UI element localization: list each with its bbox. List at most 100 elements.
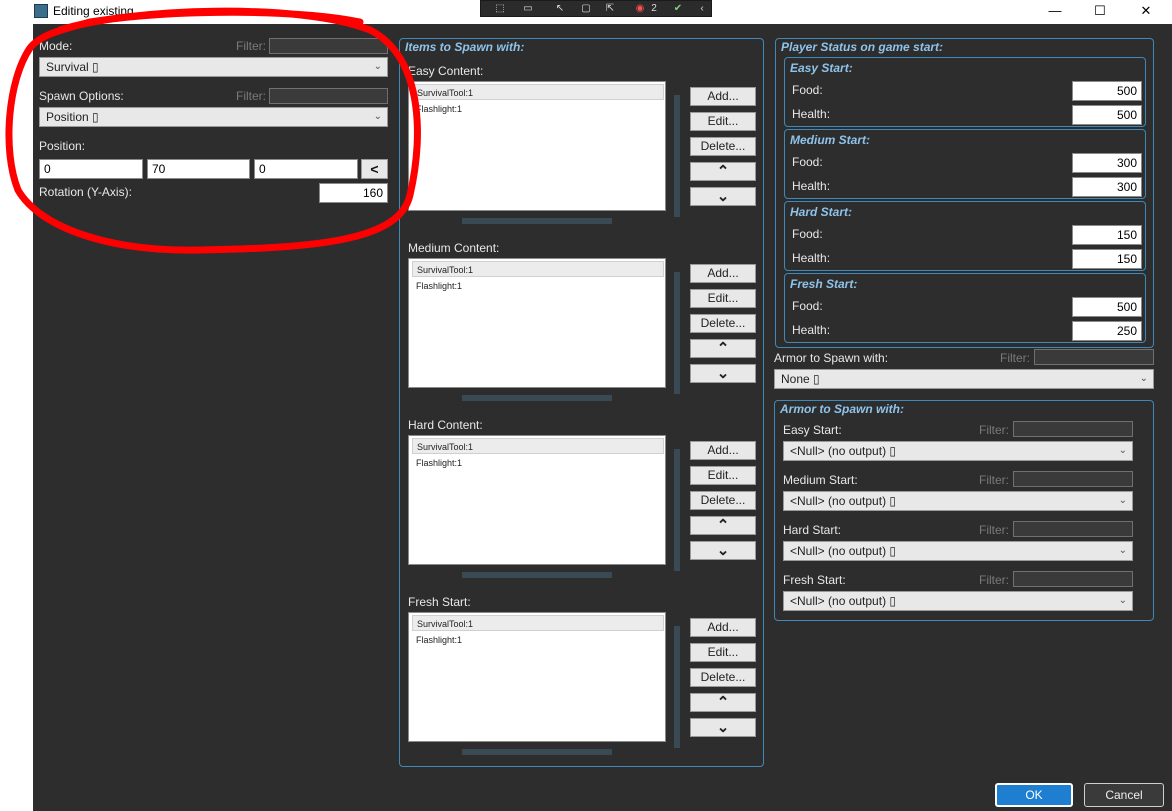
spawn-filter-input[interactable] (269, 88, 388, 104)
rotation-label: Rotation (Y-Axis): (39, 185, 132, 199)
rotation-input[interactable]: 160 (319, 183, 388, 203)
chevron-up-icon: ⌃ (716, 517, 730, 534)
delete-button[interactable]: Delete... (690, 314, 756, 333)
position-label: Position: (39, 139, 86, 153)
edit-button[interactable]: Edit... (690, 289, 756, 308)
food-label: Food: (792, 155, 823, 169)
check-icon[interactable]: ✔ (671, 3, 685, 14)
move-down-button[interactable]: ⌄ (690, 187, 756, 206)
scrollbar[interactable] (462, 572, 612, 578)
scrollbar[interactable] (462, 218, 612, 224)
health-input[interactable]: 150 (1072, 249, 1142, 269)
delete-button[interactable]: Delete... (690, 491, 756, 510)
position-y-input[interactable]: 70 (147, 159, 250, 179)
pointer-icon[interactable]: ↖ (553, 3, 567, 14)
food-label: Food: (792, 83, 823, 97)
list-item[interactable]: Flashlight:1 (412, 101, 612, 117)
health-input[interactable]: 250 (1072, 321, 1142, 341)
food-input[interactable]: 500 (1072, 81, 1142, 101)
scrollbar[interactable] (674, 449, 680, 571)
delete-button[interactable]: Delete... (690, 668, 756, 687)
move-up-button[interactable]: ⌃ (690, 516, 756, 535)
chevron-down-icon: ⌄ (1118, 595, 1127, 606)
items-group-title: Items to Spawn with: (405, 40, 525, 54)
armor-row-label: Medium Start: (783, 473, 858, 487)
armor-row-filter-input[interactable] (1013, 521, 1133, 537)
food-input[interactable]: 150 (1072, 225, 1142, 245)
minimize-icon[interactable]: — (1044, 2, 1066, 20)
scrollbar[interactable] (674, 272, 680, 394)
food-input[interactable]: 500 (1072, 297, 1142, 317)
armor-row-select[interactable]: <Null> (no output) ▯ ⌄ (783, 441, 1133, 461)
health-input[interactable]: 300 (1072, 177, 1142, 197)
cursor-icon[interactable]: ⇱ (603, 3, 617, 14)
list-item[interactable]: SurvivalTool:1 (412, 615, 664, 631)
items-list[interactable]: SurvivalTool:1 Flashlight:1 (408, 258, 666, 388)
cancel-button[interactable]: Cancel (1084, 783, 1164, 807)
armor-label: Armor to Spawn with: (774, 351, 889, 365)
list-item[interactable]: Flashlight:1 (412, 632, 612, 648)
food-label: Food: (792, 227, 823, 241)
armor-row-filter-input[interactable] (1013, 471, 1133, 487)
select-icon[interactable]: ⬚ (493, 3, 507, 14)
move-down-button[interactable]: ⌄ (690, 541, 756, 560)
chevron-down-icon: ⌄ (373, 111, 382, 122)
chevron-down-icon: ⌄ (1118, 495, 1127, 506)
delete-button[interactable]: Delete... (690, 137, 756, 156)
add-button[interactable]: Add... (690, 87, 756, 106)
position-z-input[interactable]: 0 (254, 159, 358, 179)
move-down-button[interactable]: ⌄ (690, 718, 756, 737)
capture-toolbar: ⬚ ▭ ↖ ▢ ⇱ ◉ 2 ✔ ‹ (480, 0, 712, 17)
list-item[interactable]: Flashlight:1 (412, 278, 612, 294)
armor-row-filter-label: Filter: (979, 573, 1009, 587)
armor-select[interactable]: None ▯ ⌄ (774, 369, 1154, 389)
scrollbar[interactable] (674, 626, 680, 748)
pick-position-button[interactable]: < (361, 159, 388, 179)
back-icon[interactable]: ‹ (695, 3, 709, 14)
items-list[interactable]: SurvivalTool:1 Flashlight:1 (408, 435, 666, 565)
items-list[interactable]: SurvivalTool:1 Flashlight:1 (408, 81, 666, 211)
record-count: 2 (651, 3, 657, 14)
food-label: Food: (792, 299, 823, 313)
move-up-button[interactable]: ⌃ (690, 162, 756, 181)
add-button[interactable]: Add... (690, 264, 756, 283)
frame-icon[interactable]: ▢ (579, 3, 593, 14)
close-icon[interactable]: ✕ (1135, 2, 1157, 20)
list-item[interactable]: SurvivalTool:1 (412, 84, 664, 100)
armor-row-filter-input[interactable] (1013, 421, 1133, 437)
list-item[interactable]: SurvivalTool:1 (412, 261, 664, 277)
armor-row-select[interactable]: <Null> (no output) ▯ ⌄ (783, 591, 1133, 611)
scrollbar[interactable] (674, 95, 680, 217)
camera-icon[interactable]: ▭ (521, 3, 535, 14)
armor-row-select[interactable]: <Null> (no output) ▯ ⌄ (783, 491, 1133, 511)
edit-button[interactable]: Edit... (690, 112, 756, 131)
ok-button[interactable]: OK (995, 783, 1073, 807)
add-button[interactable]: Add... (690, 441, 756, 460)
list-item[interactable]: SurvivalTool:1 (412, 438, 664, 454)
armor-filter-input[interactable] (1034, 349, 1154, 365)
edit-button[interactable]: Edit... (690, 466, 756, 485)
move-up-button[interactable]: ⌃ (690, 693, 756, 712)
move-up-button[interactable]: ⌃ (690, 339, 756, 358)
position-x-input[interactable]: 0 (39, 159, 143, 179)
edit-button[interactable]: Edit... (690, 643, 756, 662)
armor-filter-label: Filter: (1000, 351, 1030, 365)
maximize-icon[interactable]: ☐ (1089, 2, 1111, 20)
scrollbar[interactable] (462, 395, 612, 401)
spawn-options-select[interactable]: Position ▯ ⌄ (39, 107, 388, 127)
chevron-left-icon: < (370, 161, 379, 177)
mode-filter-input[interactable] (269, 38, 388, 54)
armor-row-select[interactable]: <Null> (no output) ▯ ⌄ (783, 541, 1133, 561)
items-list[interactable]: SurvivalTool:1 Flashlight:1 (408, 612, 666, 742)
list-item[interactable]: Flashlight:1 (412, 455, 612, 471)
health-input[interactable]: 500 (1072, 105, 1142, 125)
add-button[interactable]: Add... (690, 618, 756, 637)
armor-row-filter-input[interactable] (1013, 571, 1133, 587)
record-icon[interactable]: ◉ (633, 3, 647, 14)
mode-select[interactable]: Survival ▯ ⌄ (39, 57, 388, 77)
food-input[interactable]: 300 (1072, 153, 1142, 173)
player-status-title: Player Status on game start: (781, 40, 944, 54)
window-title: Editing existing... (53, 4, 144, 18)
move-down-button[interactable]: ⌄ (690, 364, 756, 383)
scrollbar[interactable] (462, 749, 612, 755)
